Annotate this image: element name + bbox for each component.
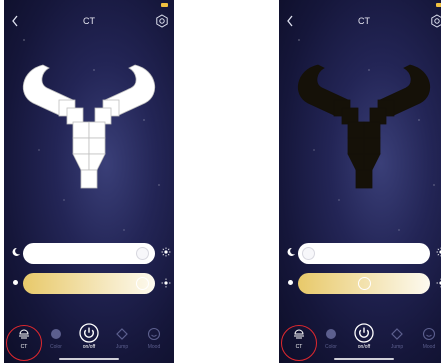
light-panel-shape[interactable] — [19, 60, 159, 195]
home-indicator — [334, 358, 394, 360]
top-bar: CT — [4, 14, 174, 30]
tab-on-off[interactable]: on/off — [350, 323, 378, 357]
tab-label: Mood — [422, 344, 436, 350]
panel-tile — [72, 137, 90, 155]
sun-icon — [161, 247, 171, 257]
sun-icon — [436, 278, 441, 288]
brightness-slider-thumb[interactable] — [302, 247, 315, 260]
tab-jump[interactable]: Jump — [383, 323, 411, 357]
brightness-slider[interactable] — [23, 243, 155, 264]
settings-button[interactable] — [155, 14, 169, 28]
jump-icon — [391, 328, 403, 340]
warm-dot-icon — [288, 280, 293, 285]
panel-tile — [341, 107, 359, 125]
panel-tile — [347, 153, 365, 171]
tab-on-off[interactable]: on/off — [75, 323, 103, 357]
panel-tile — [355, 169, 373, 189]
color-temperature-slider-thumb[interactable] — [135, 277, 149, 290]
tab-label: Color — [325, 344, 337, 350]
light-panel-shape[interactable] — [294, 60, 434, 195]
highlight-ring — [6, 325, 42, 361]
gear-icon — [156, 14, 168, 28]
panel-tile — [72, 153, 90, 171]
panel-tile — [88, 137, 106, 155]
phone-screen-right: CT CT Color on/off Jump Mood — [279, 0, 441, 363]
settings-button[interactable] — [430, 14, 441, 28]
home-indicator — [59, 358, 119, 360]
power-icon — [79, 323, 99, 343]
battery-icon — [161, 3, 168, 7]
tab-color[interactable]: Color — [42, 323, 70, 357]
mood-icon — [147, 327, 161, 341]
top-bar: CT — [279, 14, 441, 30]
bottom-tab-bar: CT Color on/off Jump Mood — [279, 323, 441, 363]
bottom-tab-bar: CT Color on/off Jump Mood — [4, 323, 174, 363]
tab-label: Color — [50, 344, 62, 350]
moon-icon — [12, 247, 20, 256]
brightness-slider-thumb[interactable] — [135, 247, 149, 260]
power-icon — [354, 323, 374, 343]
status-bar — [10, 2, 168, 10]
panel-tile — [369, 107, 387, 125]
sun-icon — [161, 278, 171, 288]
color-temperature-slider[interactable] — [298, 273, 430, 294]
battery-icon — [436, 3, 441, 7]
tab-label: on/off — [82, 344, 96, 350]
phone-screen-left: CT CT Color on/off Jump Mood — [4, 0, 174, 363]
tab-color[interactable]: Color — [317, 323, 345, 357]
tab-label: on/off — [357, 344, 371, 350]
status-bar — [285, 2, 441, 10]
tab-mood[interactable]: Mood — [140, 323, 168, 357]
palette-icon — [51, 329, 61, 339]
panel-tile — [72, 121, 90, 139]
tab-jump[interactable]: Jump — [108, 323, 136, 357]
panel-tile — [94, 107, 112, 125]
color-temperature-slider-thumb[interactable] — [357, 277, 371, 290]
mood-icon — [422, 327, 436, 341]
color-temperature-slider[interactable] — [23, 273, 155, 294]
panel-tile — [80, 169, 98, 189]
panel-tile — [347, 137, 365, 155]
panel-tile — [363, 137, 381, 155]
tab-label: Mood — [147, 344, 161, 350]
gear-icon — [431, 14, 441, 28]
panel-tile — [88, 121, 106, 139]
tab-mood[interactable]: Mood — [415, 323, 441, 357]
panel-tile — [363, 153, 381, 171]
panel-tile — [363, 121, 381, 139]
palette-icon — [326, 329, 336, 339]
panel-tile — [347, 121, 365, 139]
sun-icon — [436, 247, 441, 257]
panel-tile — [88, 153, 106, 171]
tab-label: Jump — [115, 344, 129, 350]
highlight-ring — [281, 325, 317, 361]
tab-label: Jump — [390, 344, 404, 350]
panel-tile — [66, 107, 84, 125]
brightness-slider[interactable] — [298, 243, 430, 264]
page-title: CT — [83, 16, 95, 26]
warm-dot-icon — [13, 280, 18, 285]
jump-icon — [116, 328, 128, 340]
page-title: CT — [358, 16, 370, 26]
moon-icon — [287, 247, 295, 256]
